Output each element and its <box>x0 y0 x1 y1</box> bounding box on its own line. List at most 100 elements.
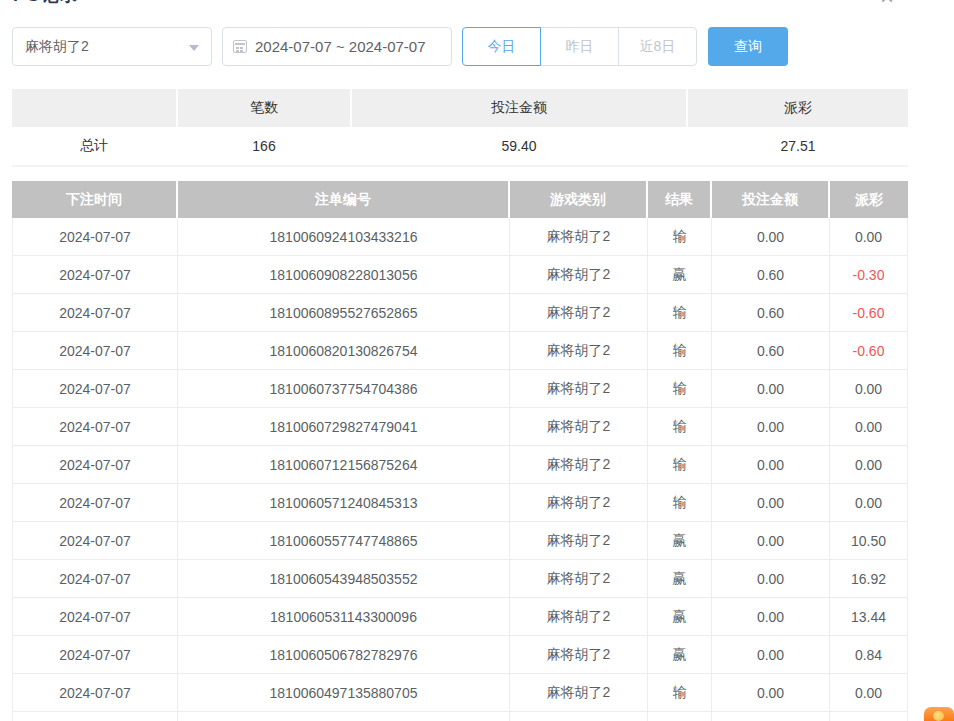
cell-result: 赢 <box>648 522 712 559</box>
cell-bet-amount <box>712 712 830 721</box>
cell-bet-id: 1810060895527652865 <box>178 294 510 331</box>
cell-bet-amount: 0.00 <box>712 560 830 597</box>
cell-game-type: 麻将胡了2 <box>510 636 648 673</box>
cell-result: 输 <box>648 674 712 711</box>
table-row: 2024-07-07 1810060712156875264 麻将胡了2 输 0… <box>12 446 908 484</box>
cell-bet-id: 1810060557747748865 <box>178 522 510 559</box>
cell-game-type: 麻将胡了2 <box>510 446 648 483</box>
cell-payout: 0.00 <box>830 484 908 521</box>
cell-bet-id: 1810060924103433216 <box>178 218 510 255</box>
cell-payout: 0.00 <box>830 674 908 711</box>
cell-bet-amount: 0.00 <box>712 484 830 521</box>
cell-payout: -0.60 <box>830 332 908 369</box>
cell-bet-amount: 0.00 <box>712 636 830 673</box>
date-range-value: 2024-07-07 ~ 2024-07-07 <box>255 38 426 55</box>
query-button[interactable]: 查询 <box>708 27 788 66</box>
cell-bet-time: 2024-07-07 <box>12 408 178 445</box>
cell-bet-amount: 0.00 <box>712 218 830 255</box>
bets-table: 下注时间 注单编号 游戏类别 结果 投注金额 派彩 2024-07-07 181… <box>12 181 908 721</box>
cell-bet-id: 1810060737754704386 <box>178 370 510 407</box>
table-row: 2024-07-07 1810060729827479041 麻将胡了2 输 0… <box>12 408 908 446</box>
cell-result: 赢 <box>648 598 712 635</box>
cell-result: 输 <box>648 218 712 255</box>
calendar-icon <box>233 40 247 53</box>
summary-count-value: 166 <box>178 127 352 165</box>
table-row: 2024-07-07 1810060557747748865 麻将胡了2 赢 0… <box>12 522 908 560</box>
cell-result: 赢 <box>648 560 712 597</box>
table-row: 2024-07-07 1810060895527652865 麻将胡了2 输 0… <box>12 294 908 332</box>
cell-game-type: 麻将胡了2 <box>510 522 648 559</box>
today-button[interactable]: 今日 <box>462 27 541 66</box>
cell-game-type: 麻将胡了2 <box>510 560 648 597</box>
col-header-bet-time: 下注时间 <box>12 181 178 218</box>
cell-bet-amount: 0.00 <box>712 370 830 407</box>
cell-result <box>648 712 712 721</box>
col-header-result: 结果 <box>648 181 712 218</box>
cell-game-type: 麻将胡了2 <box>510 218 648 255</box>
game-select[interactable]: 麻将胡了2 <box>12 27 212 66</box>
cell-result: 输 <box>648 446 712 483</box>
pg-records-modal: PG记录 × 麻将胡了2 2024-07-07 ~ 2024-07-07 今日 … <box>0 0 954 721</box>
quick-date-button-group: 今日 昨日 近8日 <box>462 27 697 66</box>
cell-bet-id: 1810060497135880705 <box>178 674 510 711</box>
cell-bet-time: 2024-07-07 <box>12 294 178 331</box>
cell-bet-id: 1810060543948503552 <box>178 560 510 597</box>
cell-game-type: 麻将胡了2 <box>510 674 648 711</box>
cell-bet-id: 1810060729827479041 <box>178 408 510 445</box>
bets-table-header: 下注时间 注单编号 游戏类别 结果 投注金额 派彩 <box>12 181 908 218</box>
cell-result: 赢 <box>648 636 712 673</box>
cell-result: 输 <box>648 408 712 445</box>
cell-result: 输 <box>648 294 712 331</box>
cell-payout <box>830 712 908 721</box>
cell-payout: 0.00 <box>830 370 908 407</box>
cell-payout: 0.00 <box>830 446 908 483</box>
cell-bet-id: 1810060506782782976 <box>178 636 510 673</box>
col-header-bet-amount: 投注金额 <box>712 181 830 218</box>
cell-result: 输 <box>648 484 712 521</box>
cell-game-type: 麻将胡了2 <box>510 598 648 635</box>
cell-bet-time: 2024-07-07 <box>12 712 178 721</box>
cell-payout: -0.30 <box>830 256 908 293</box>
cell-bet-time: 2024-07-07 <box>12 370 178 407</box>
table-row: 2024-07-07 1810060543948503552 麻将胡了2 赢 0… <box>12 560 908 598</box>
cell-payout: 13.44 <box>830 598 908 635</box>
cell-result: 输 <box>648 370 712 407</box>
cell-payout: 16.92 <box>830 560 908 597</box>
last8days-button[interactable]: 近8日 <box>618 27 697 66</box>
page-title: PG记录 <box>13 0 79 7</box>
cell-payout: -0.60 <box>830 294 908 331</box>
cell-bet-time: 2024-07-07 <box>12 674 178 711</box>
cell-game-type: 麻将胡了2 <box>510 408 648 445</box>
cell-bet-amount: 0.00 <box>712 408 830 445</box>
cell-game-type: 麻将胡了2 <box>510 294 648 331</box>
cell-bet-id <box>178 712 510 721</box>
cell-payout: 0.84 <box>830 636 908 673</box>
cell-bet-id: 1810060531143300096 <box>178 598 510 635</box>
table-row: 2024-07-07 1810060737754704386 麻将胡了2 输 0… <box>12 370 908 408</box>
date-range-input[interactable]: 2024-07-07 ~ 2024-07-07 <box>222 27 452 66</box>
cell-bet-id: 1810060712156875264 <box>178 446 510 483</box>
cell-result: 赢 <box>648 256 712 293</box>
table-row: 2024-07-07 1810060924103433216 麻将胡了2 输 0… <box>12 218 908 256</box>
cell-bet-time: 2024-07-07 <box>12 256 178 293</box>
cell-bet-amount: 0.00 <box>712 598 830 635</box>
table-row: 2024-07-07 1810060497135880705 麻将胡了2 输 0… <box>12 674 908 712</box>
cell-bet-amount: 0.60 <box>712 256 830 293</box>
yesterday-button[interactable]: 昨日 <box>540 27 619 66</box>
cell-game-type: 麻将胡了2 <box>510 484 648 521</box>
cell-bet-time: 2024-07-07 <box>12 484 178 521</box>
cell-bet-time: 2024-07-07 <box>12 522 178 559</box>
cell-bet-time: 2024-07-07 <box>12 446 178 483</box>
floating-service-button[interactable] <box>924 707 954 721</box>
summary-header-bet: 投注金额 <box>352 89 688 127</box>
game-select-value: 麻将胡了2 <box>25 38 89 56</box>
cell-payout: 0.00 <box>830 218 908 255</box>
close-icon[interactable]: × <box>880 0 894 11</box>
summary-header-payout: 派彩 <box>688 89 908 127</box>
table-row: 2024-07-07 1810060531143300096 麻将胡了2 赢 0… <box>12 598 908 636</box>
cell-bet-time: 2024-07-07 <box>12 598 178 635</box>
cell-game-type <box>510 712 648 721</box>
cell-payout: 10.50 <box>830 522 908 559</box>
cell-game-type: 麻将胡了2 <box>510 256 648 293</box>
cell-bet-amount: 0.60 <box>712 332 830 369</box>
